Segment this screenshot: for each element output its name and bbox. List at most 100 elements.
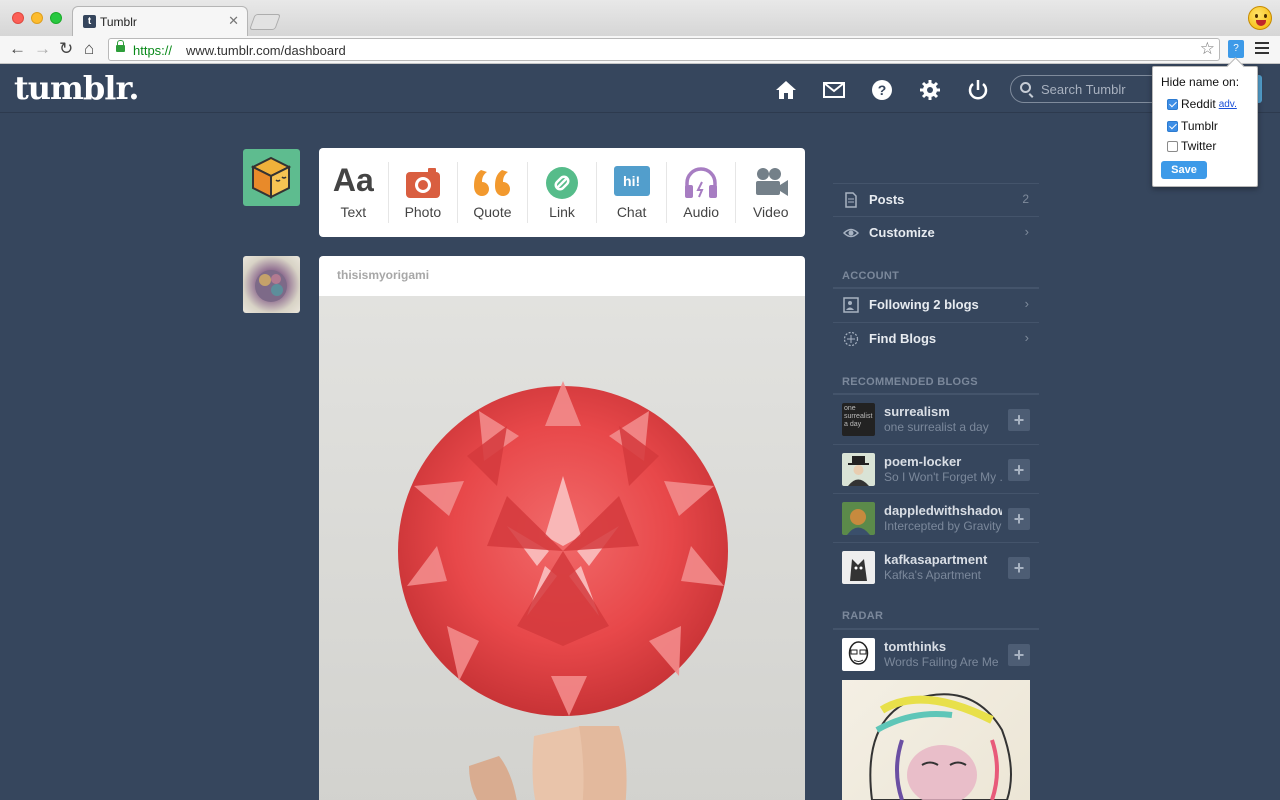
compose-label: Text <box>340 204 367 220</box>
browser-menu-icon[interactable] <box>1255 42 1269 44</box>
compose-audio-button[interactable]: Audio <box>667 162 737 223</box>
extension-button[interactable]: ? <box>1228 40 1244 58</box>
recommended-blog-item[interactable]: dappledwithshadow Intercepted by Gravity… <box>833 493 1039 541</box>
browser-tab-tumblr[interactable]: t Tumblr ✕ <box>72 6 248 36</box>
blog-name: dappledwithshadow <box>884 503 1002 518</box>
recommended-section-header: RECOMMENDED BLOGS <box>842 376 978 388</box>
compose-label: Link <box>549 204 575 220</box>
new-tab-button[interactable] <box>249 14 281 30</box>
search-input[interactable]: Search Tumblr <box>1010 75 1170 103</box>
radar-post-image[interactable] <box>842 680 1030 800</box>
home-icon[interactable]: ⌂ <box>84 39 94 59</box>
origami-flower-ball-image <box>319 296 805 800</box>
blog-name: tomthinks <box>884 639 947 654</box>
save-button[interactable]: Save <box>1161 161 1207 179</box>
compose-video-button[interactable]: Video <box>736 162 805 223</box>
popup-title: Hide name on: <box>1161 75 1240 89</box>
help-icon[interactable]: ? <box>871 79 893 101</box>
window-maximize-button[interactable] <box>50 12 62 24</box>
cube-avatar-icon <box>250 156 292 199</box>
option-twitter[interactable]: Twitter <box>1167 139 1216 153</box>
tab-title: Tumblr <box>100 15 137 29</box>
blog-name: surrealism <box>884 404 950 419</box>
profile-avatar-icon[interactable] <box>1248 6 1272 30</box>
browser-toolbar: ← → ↻ ⌂ https:// www.tumblr.com/dashboar… <box>0 36 1280 64</box>
blog-avatar: one surrealist a day <box>842 403 875 436</box>
sidebar-item-label: Find Blogs <box>869 331 937 346</box>
recommended-blog-item[interactable]: one surrealist a day surrealism one surr… <box>833 395 1039 443</box>
tumblr-checkbox[interactable] <box>1167 120 1178 132</box>
follow-plus-button[interactable]: + <box>1008 508 1030 530</box>
account-section-header: ACCOUNT <box>842 270 900 282</box>
portrait-illustration-image <box>869 693 1012 800</box>
twitter-checkbox[interactable] <box>1167 140 1178 152</box>
option-reddit[interactable]: Reddit adv. <box>1167 97 1237 111</box>
sidebar-item-posts[interactable]: Posts 2 <box>833 183 1039 216</box>
sidebar-item-following[interactable]: Following 2 blogs › <box>833 289 1039 322</box>
advanced-link[interactable]: adv. <box>1219 99 1237 110</box>
radar-section-header: RADAR <box>842 610 884 622</box>
follow-plus-button[interactable]: + <box>1008 644 1030 666</box>
browser-tab-bar: t Tumblr ✕ <box>0 0 1280 36</box>
svg-text:?: ? <box>878 82 887 98</box>
address-bar[interactable]: https:// www.tumblr.com/dashboard ☆ <box>108 38 1220 61</box>
blog-subtitle: Words Failing Are Me <box>884 655 999 669</box>
chat-icon: hi! <box>613 166 650 196</box>
sidebar-item-customize[interactable]: Customize › <box>833 216 1039 249</box>
chevron-right-icon: › <box>1024 296 1029 311</box>
blog-subtitle: one surrealist a day <box>884 420 989 434</box>
inbox-icon[interactable] <box>823 79 845 101</box>
hide-name-extension-popup: Hide name on: Reddit adv. Tumblr Twitter… <box>1152 66 1258 187</box>
radar-blog-item[interactable]: tomthinks Words Failing Are Me + <box>833 630 1039 678</box>
post-blog-avatar[interactable] <box>243 256 300 313</box>
reload-icon[interactable]: ↻ <box>59 39 73 59</box>
window-close-button[interactable] <box>12 12 24 24</box>
option-label: Reddit <box>1181 97 1216 111</box>
origami-avatar-image <box>255 270 287 302</box>
option-label: Twitter <box>1181 139 1217 153</box>
follow-plus-button[interactable]: + <box>1008 557 1030 579</box>
search-placeholder: Search Tumblr <box>1041 82 1126 97</box>
blog-name: poem-locker <box>884 454 962 469</box>
follow-plus-button[interactable]: + <box>1008 459 1030 481</box>
sidebar-item-label: Following 2 blogs <box>869 297 979 312</box>
compose-chat-button[interactable]: hi! Chat <box>597 162 667 223</box>
compose-link-button[interactable]: Link <box>528 162 598 223</box>
sidebar-item-label: Posts <box>869 192 905 207</box>
blog-name: kafkasapartment <box>884 552 988 567</box>
sidebar-item-label: Customize <box>869 225 935 240</box>
post-photo[interactable] <box>319 296 805 800</box>
post-composer: Aa Text Photo Quote Link hi! Chat Audio … <box>319 148 805 237</box>
compose-photo-button[interactable]: Photo <box>389 162 459 223</box>
back-arrow-icon[interactable]: ← <box>9 39 26 59</box>
headphones-icon <box>685 167 718 198</box>
my-avatar[interactable] <box>243 149 300 206</box>
posts-count: 2 <box>1022 192 1029 206</box>
bookmark-star-icon[interactable]: ☆ <box>1200 39 1215 59</box>
post-blog-name[interactable]: thisismyorigami <box>337 268 429 282</box>
recommended-blog-item[interactable]: kafkasapartment Kafka's Apartment + <box>833 542 1039 590</box>
eye-icon <box>843 228 859 238</box>
option-tumblr[interactable]: Tumblr <box>1167 119 1218 133</box>
compose-text-button[interactable]: Aa Text <box>319 162 389 223</box>
dashboard-post: thisismyorigami <box>319 256 805 800</box>
logout-icon[interactable] <box>967 79 989 101</box>
compose-label: Chat <box>616 204 647 220</box>
person-add-icon <box>843 297 859 313</box>
forward-arrow-icon[interactable]: → <box>34 39 51 59</box>
chevron-right-icon: › <box>1024 224 1029 239</box>
tab-close-icon[interactable]: ✕ <box>228 13 239 29</box>
tumblr-logo[interactable]: tumblr. <box>14 69 139 107</box>
sidebar-item-find-blogs[interactable]: Find Blogs › <box>833 322 1039 355</box>
camera-icon <box>405 168 440 198</box>
recommended-blog-item[interactable]: poem-locker So I Won't Forget My ... + <box>833 444 1039 492</box>
link-icon <box>546 167 579 199</box>
blog-avatar <box>842 551 875 584</box>
reddit-checkbox[interactable] <box>1167 98 1178 110</box>
follow-plus-button[interactable]: + <box>1008 409 1030 431</box>
blog-subtitle: So I Won't Forget My ... <box>884 470 1002 484</box>
settings-icon[interactable] <box>919 79 941 101</box>
window-minimize-button[interactable] <box>31 12 43 24</box>
compose-quote-button[interactable]: Quote <box>458 162 528 223</box>
home-icon[interactable] <box>775 79 797 101</box>
